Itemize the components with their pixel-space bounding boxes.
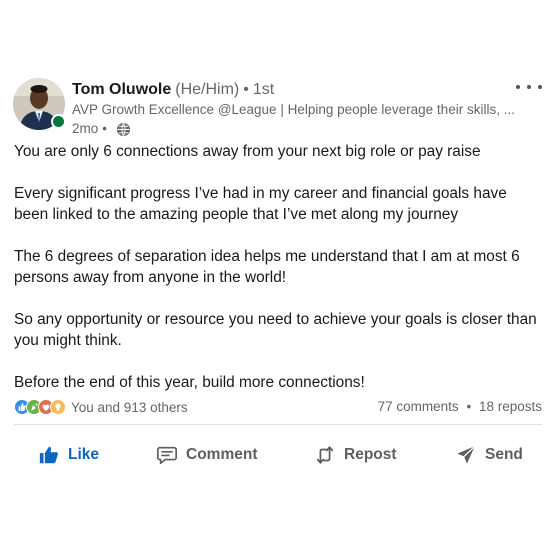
comment-button[interactable]: Comment: [156, 437, 257, 473]
send-label: Send: [485, 446, 523, 463]
social-counts: You and 913 others 77 comments • 18 repo…: [14, 399, 542, 417]
globe-icon: [116, 122, 131, 136]
like-label: Like: [68, 446, 100, 463]
comment-icon: [157, 446, 177, 465]
online-status-indicator: [51, 114, 66, 129]
author-line: Tom Oluwole (He/Him) • 1st: [72, 80, 512, 100]
post-header: Tom Oluwole (He/Him) • 1st AVP Growth Excel…: [72, 80, 515, 138]
post-paragraph: Before the end of this year, build more …: [14, 374, 365, 391]
post-paragraph: You are only 6 connections away from you…: [14, 143, 481, 160]
reactions-label[interactable]: You and 913 others: [71, 400, 188, 415]
post-time[interactable]: 2mo: [72, 120, 98, 138]
post-paragraph: So any opportunity or resource you need …: [14, 311, 537, 349]
actions-divider: [14, 424, 542, 425]
reposts-count[interactable]: 18 reposts: [479, 399, 542, 414]
author-headline[interactable]: AVP Growth Excellence @League | Helping …: [72, 101, 515, 119]
send-icon: [457, 445, 476, 464]
thumbs-up-icon: [39, 446, 58, 464]
time-separator: •: [102, 121, 107, 136]
author-avatar[interactable]: [13, 78, 66, 130]
repost-label: Repost: [344, 446, 397, 463]
send-button[interactable]: Send: [455, 437, 523, 473]
comments-count[interactable]: 77 comments: [378, 399, 459, 414]
comment-repost-counts: 77 comments • 18 reposts: [378, 399, 542, 414]
repost-button[interactable]: Repost: [314, 437, 397, 473]
degree-separator: •: [243, 81, 249, 98]
post-body: You are only 6 connections away from you…: [14, 141, 544, 393]
counts-separator: •: [466, 399, 472, 414]
insightful-reaction-icon: [50, 399, 66, 415]
comment-label: Comment: [186, 446, 258, 463]
repost-icon: [316, 446, 334, 464]
author-pronouns: (He/Him): [175, 81, 240, 98]
post-paragraph: Every significant progress I’ve had in m…: [14, 185, 507, 223]
feed-post: Tom Oluwole (He/Him) • 1st AVP Growth Excel…: [0, 0, 550, 550]
like-button[interactable]: Like: [38, 437, 99, 473]
author-name[interactable]: Tom Oluwole: [72, 81, 171, 98]
more-options-icon[interactable]: [516, 80, 542, 94]
post-paragraph: The 6 degrees of separation idea helps m…: [14, 248, 520, 286]
post-actions-bar: Like Comment Repost Send: [0, 437, 550, 473]
post-meta: 2mo •: [72, 120, 512, 138]
connection-degree: 1st: [252, 81, 275, 98]
reactions-summary[interactable]: You and 913 others: [14, 399, 188, 415]
